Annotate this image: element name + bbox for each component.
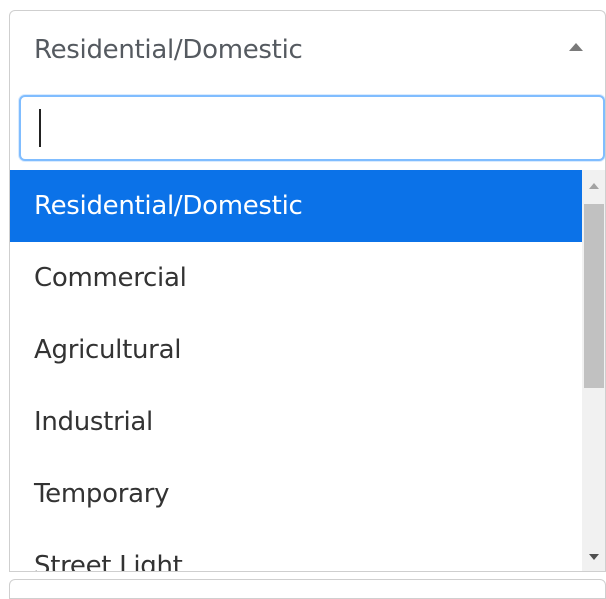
vertical-scrollbar[interactable] <box>582 170 605 571</box>
option-agricultural[interactable]: Agricultural <box>10 314 582 386</box>
option-list: Residential/Domestic Commercial Agricult… <box>10 170 582 571</box>
text-cursor <box>39 109 41 147</box>
search-wrap <box>19 95 605 161</box>
search-input[interactable] <box>19 95 605 161</box>
scroll-up-arrow-icon[interactable] <box>589 183 599 189</box>
selected-value: Residential/Domestic <box>34 35 303 65</box>
scroll-down-arrow-icon[interactable] <box>589 554 599 560</box>
select-trigger[interactable]: Residential/Domestic <box>9 10 606 86</box>
option-commercial[interactable]: Commercial <box>10 242 582 314</box>
option-street-light[interactable]: Street Light <box>10 530 582 571</box>
option-industrial[interactable]: Industrial <box>10 386 582 458</box>
dropdown-panel: Residential/Domestic Commercial Agricult… <box>9 85 606 572</box>
category-select[interactable]: Residential/Domestic Residential/Domesti… <box>9 10 606 572</box>
scroll-thumb[interactable] <box>584 204 604 388</box>
next-field[interactable] <box>9 579 606 599</box>
caret-up-icon[interactable] <box>569 43 583 51</box>
option-residential-domestic[interactable]: Residential/Domestic <box>10 170 582 242</box>
option-temporary[interactable]: Temporary <box>10 458 582 530</box>
